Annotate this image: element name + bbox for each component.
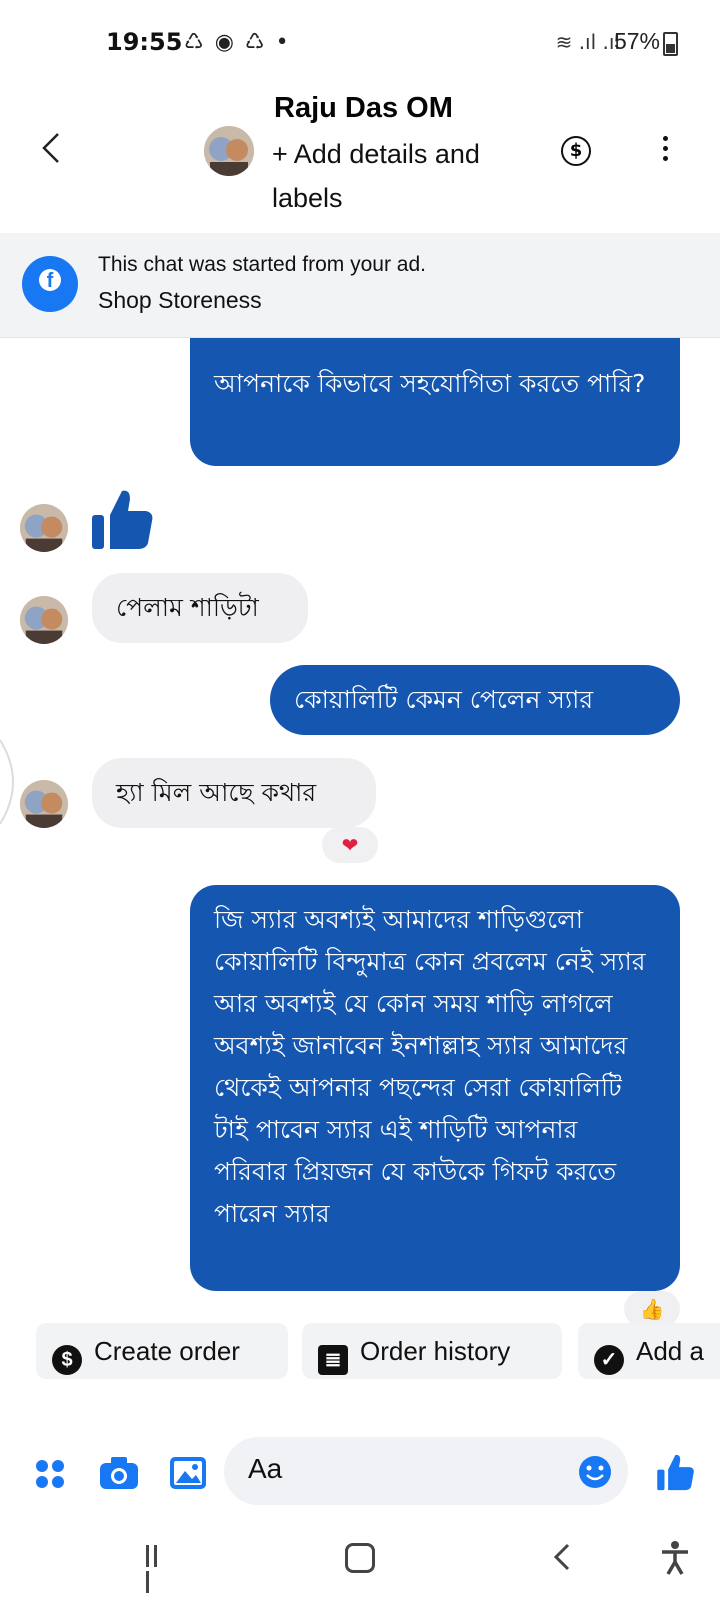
create-order-chip[interactable]: $ Create order bbox=[36, 1323, 288, 1379]
camera-button[interactable] bbox=[98, 1455, 140, 1491]
order-history-chip[interactable]: ≣ Order history bbox=[302, 1323, 562, 1379]
heart-reaction[interactable]: ❤ bbox=[322, 827, 378, 863]
check-circle-icon: ✓ bbox=[594, 1345, 624, 1375]
signal-icons: ≋ .ıl .ıl bbox=[555, 30, 620, 54]
payment-button[interactable]: $ bbox=[561, 136, 591, 166]
battery-percent: 57% bbox=[613, 28, 660, 54]
thumbs-up-icon bbox=[92, 490, 153, 549]
back-button[interactable] bbox=[38, 128, 64, 168]
message-bubble-outgoing[interactable]: জি স্যার অবশ্যই আমাদের শাড়িগুলো কোয়ালি… bbox=[190, 885, 680, 1291]
notification-icons: ♺ ◉ ♺ • bbox=[184, 30, 291, 55]
apps-grid-button[interactable] bbox=[34, 1458, 66, 1490]
facebook-icon: f bbox=[22, 256, 78, 312]
dollar-circle-icon: $ bbox=[52, 1345, 82, 1375]
add-details-link[interactable]: + Add details and labels bbox=[272, 132, 522, 220]
ad-origin-text: This chat was started from your ad. bbox=[98, 253, 426, 276]
ad-origin-banner: f This chat was started from your ad. Sh… bbox=[0, 233, 720, 338]
home-button[interactable] bbox=[345, 1543, 375, 1573]
message-placeholder: Aa bbox=[248, 1453, 283, 1484]
message-input[interactable]: Aa bbox=[224, 1437, 628, 1505]
accessibility-icon bbox=[662, 1541, 688, 1575]
recent-apps-button[interactable] bbox=[146, 1545, 168, 1593]
thumbs-up-icon bbox=[657, 1454, 694, 1491]
accessibility-button[interactable] bbox=[660, 1540, 690, 1576]
contact-name[interactable]: Raju Das OM bbox=[274, 92, 453, 125]
four-dots-icon bbox=[36, 1460, 64, 1488]
emoji-icon[interactable] bbox=[578, 1455, 612, 1489]
message-bubble-outgoing[interactable]: কোয়ালিটি কেমন পেলেন স্যার bbox=[270, 665, 680, 735]
sender-avatar bbox=[20, 780, 68, 828]
status-time: 19:55 bbox=[106, 28, 183, 56]
contact-avatar[interactable] bbox=[204, 126, 254, 176]
thumbs-up-message[interactable] bbox=[90, 487, 156, 551]
camera-icon bbox=[100, 1457, 138, 1489]
image-icon bbox=[170, 1457, 206, 1489]
chevron-left-icon bbox=[42, 133, 59, 163]
ad-page-name[interactable]: Shop Storeness bbox=[98, 287, 262, 314]
message-bubble-incoming[interactable]: পেলাম শাড়িটা bbox=[92, 573, 308, 643]
send-like-button[interactable] bbox=[656, 1452, 696, 1492]
list-icon: ≣ bbox=[318, 1345, 348, 1375]
nav-back-button[interactable] bbox=[552, 1542, 572, 1572]
gallery-button[interactable] bbox=[168, 1455, 208, 1491]
sender-avatar bbox=[20, 504, 68, 552]
message-bubble-incoming[interactable]: হ্যা মিল আছে কথার bbox=[92, 758, 376, 828]
chevron-left-icon bbox=[553, 1543, 570, 1571]
more-options-button[interactable] bbox=[660, 136, 670, 166]
add-chip[interactable]: ✓ Add a bbox=[578, 1323, 720, 1379]
thumbs-up-reaction[interactable]: 👍 bbox=[624, 1291, 680, 1327]
battery-icon bbox=[663, 32, 678, 56]
message-bubble-outgoing[interactable]: আপনাকে কিভাবে সহযোগিতা করতে পারি? bbox=[190, 338, 680, 466]
sender-avatar bbox=[20, 596, 68, 644]
